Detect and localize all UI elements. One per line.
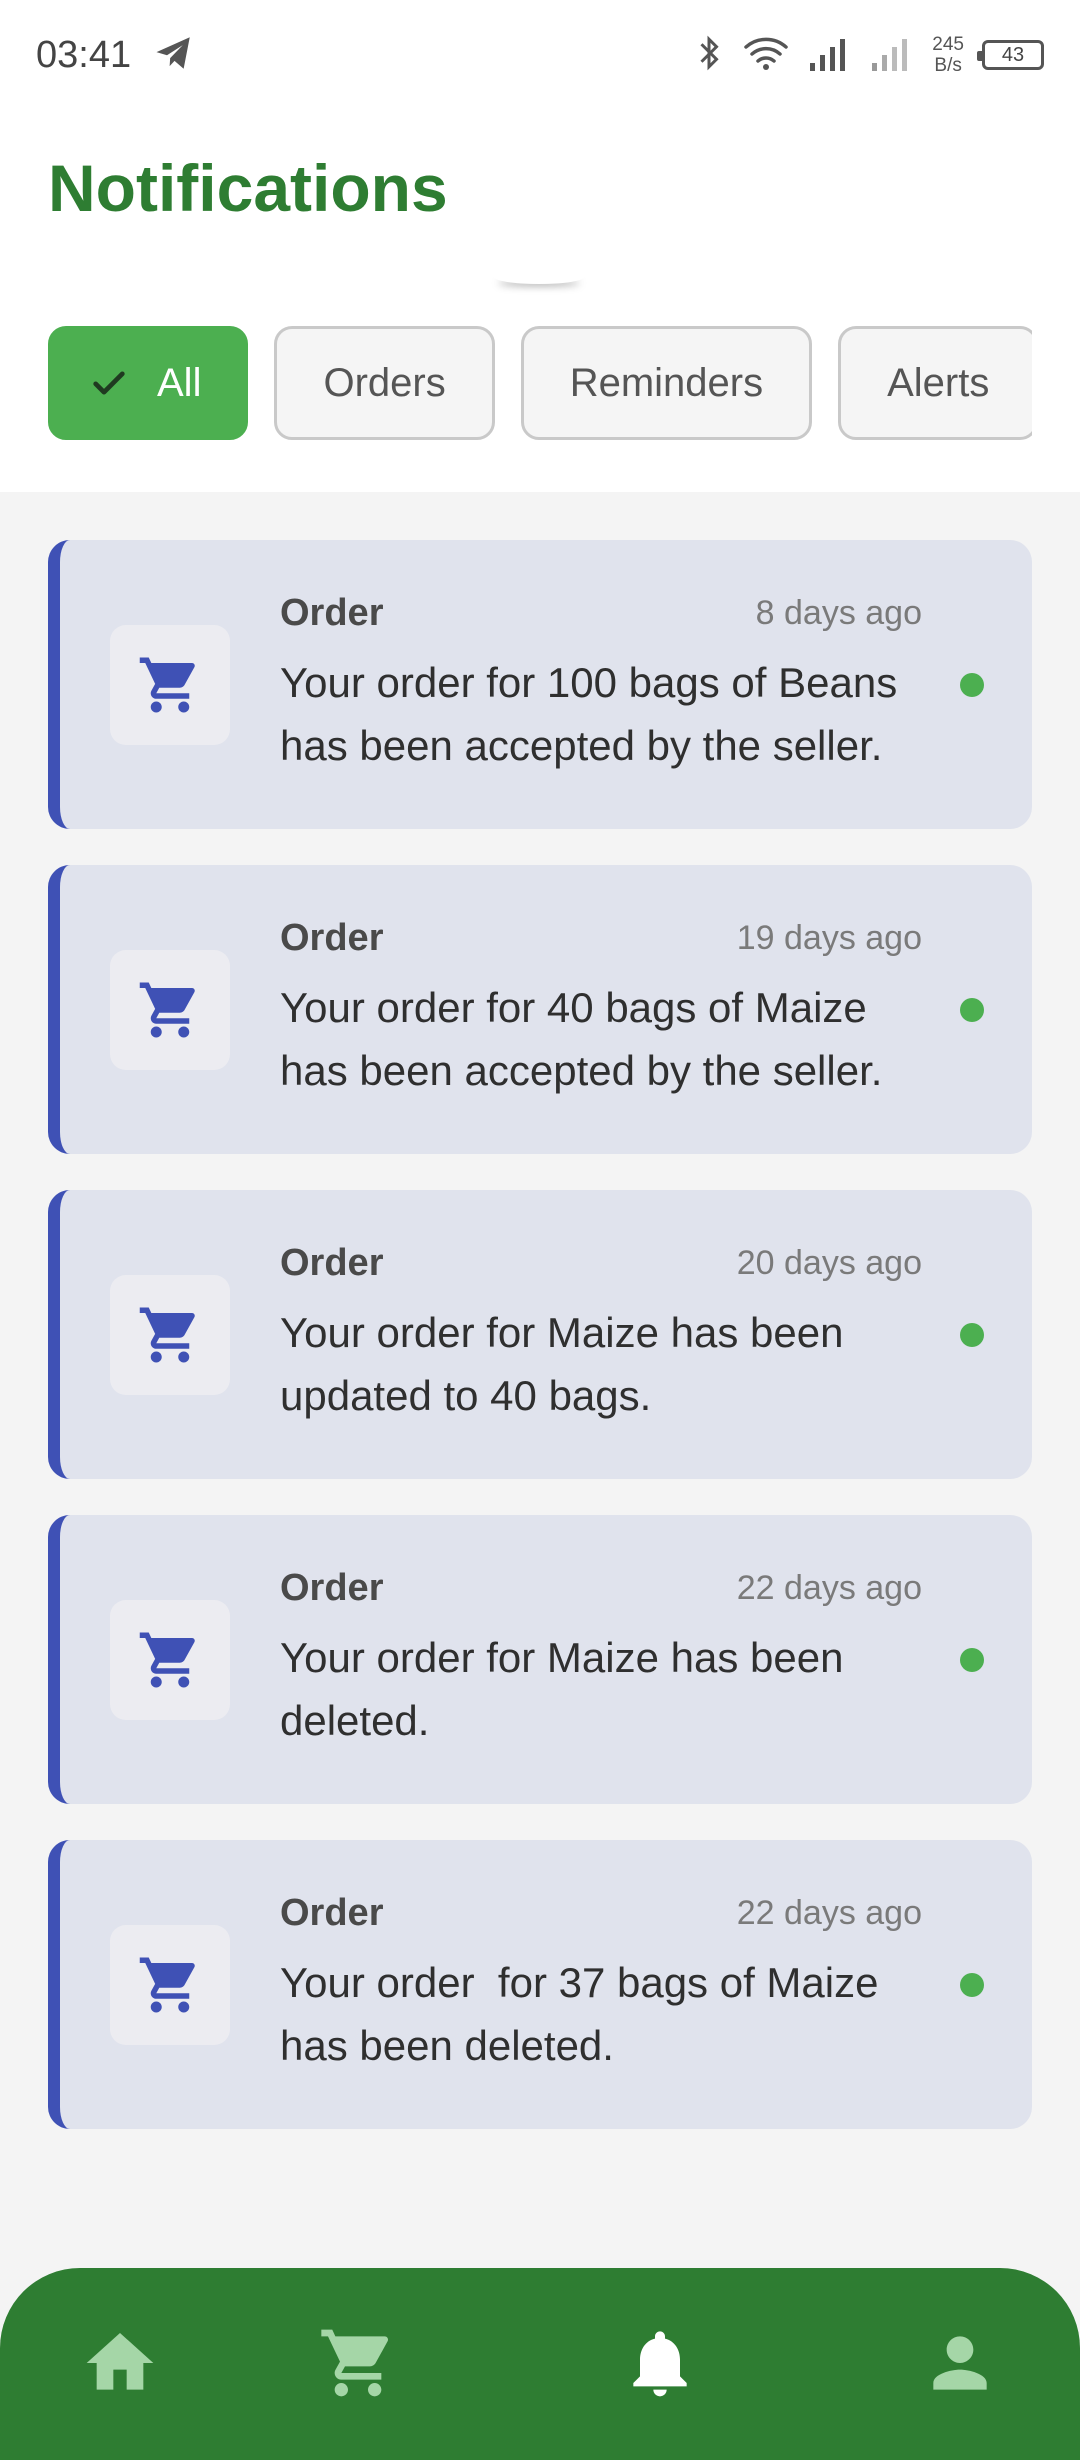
notification-body: Order 22 days ago Your order for Maize h… [280, 1567, 972, 1752]
notification-message: Your order for Maize has been updated to… [280, 1309, 856, 1419]
cart-icon [139, 1632, 195, 1687]
unread-dot [960, 1647, 984, 1672]
header: Notifications All Orders Reminders Alert… [0, 110, 1080, 492]
notification-head: Order 22 days ago [280, 1892, 972, 1935]
filter-chip-alerts[interactable]: Alerts [838, 326, 1032, 440]
status-left: 03:41 [36, 32, 195, 79]
page-title: Notifications [48, 151, 448, 225]
filter-chip-label: All [157, 360, 202, 405]
notification-icon-box [110, 1924, 230, 2045]
filter-chips: All Orders Reminders Alerts [48, 326, 1032, 446]
notification-type: Order [280, 1892, 384, 1934]
notification-head: Order 20 days ago [280, 1242, 972, 1285]
net-speed-unit: B/s [934, 55, 962, 76]
net-speed-value: 245 [932, 34, 964, 55]
filter-chip-label: Orders [323, 360, 446, 405]
telegram-icon [153, 32, 195, 79]
filter-chip-reminders[interactable]: Reminders [520, 326, 813, 440]
notification-card[interactable]: Order 20 days ago Your order for Maize h… [48, 1190, 1032, 1479]
cart-icon [139, 657, 195, 712]
notification-list: Order 8 days ago Your order for 100 bags… [48, 540, 1032, 2129]
refresh-indicator [494, 270, 584, 284]
check-icon [93, 371, 125, 395]
notification-icon-box [110, 1274, 230, 1395]
filter-chip-label: Reminders [569, 360, 764, 405]
home-icon [86, 2333, 154, 2390]
notification-message: Your order for 100 bags of Beans has bee… [280, 659, 909, 769]
notification-body: Order 8 days ago Your order for 100 bags… [280, 592, 972, 777]
notification-icon-box [110, 1599, 230, 1720]
cart-icon [321, 2329, 389, 2397]
battery-icon: 43 [977, 40, 1044, 70]
bell-icon [633, 2331, 687, 2397]
notification-icon-box [110, 624, 230, 745]
unread-dot [960, 672, 984, 697]
signal-2-icon [870, 35, 914, 76]
notification-time: 8 days ago [755, 594, 922, 632]
notification-card[interactable]: Order 22 days ago Your order for Maize h… [48, 1515, 1032, 1804]
cart-icon [139, 1307, 195, 1362]
notification-card[interactable]: Order 19 days ago Your order for 40 bags… [48, 865, 1032, 1154]
nav-profile-button[interactable] [920, 2323, 1000, 2403]
cart-icon [139, 982, 195, 1037]
notification-card[interactable]: Order 8 days ago Your order for 100 bags… [48, 540, 1032, 829]
unread-dot [960, 997, 984, 1022]
notification-message: Your order for 37 bags of Maize has been… [280, 1959, 891, 2069]
notification-type: Order [280, 592, 384, 634]
status-time: 03:41 [36, 33, 132, 76]
filter-chip-label: Alerts [887, 360, 990, 405]
notification-time: 22 days ago [736, 1569, 922, 1607]
wifi-icon [742, 33, 790, 78]
nav-cart-button[interactable] [318, 2323, 398, 2403]
notification-head: Order 8 days ago [280, 592, 972, 635]
filter-chip-orders[interactable]: Orders [274, 326, 495, 440]
unread-dot [960, 1322, 984, 1347]
net-speed: 245 B/s [932, 34, 964, 76]
notification-card[interactable]: Order 22 days ago Your order for 37 bags… [48, 1840, 1032, 2129]
signal-icon [808, 35, 852, 76]
notification-head: Order 19 days ago [280, 917, 972, 960]
notification-message: Your order for Maize has been deleted. [280, 1634, 856, 1744]
notification-body: Order 20 days ago Your order for Maize h… [280, 1242, 972, 1427]
unread-dot [960, 1972, 984, 1997]
nav-home-button[interactable] [80, 2323, 160, 2403]
notification-time: 20 days ago [736, 1244, 922, 1282]
person-icon [933, 2336, 987, 2390]
notification-type: Order [280, 1567, 384, 1609]
status-right: 245 B/s 43 [694, 33, 1044, 78]
notification-time: 22 days ago [736, 1894, 922, 1932]
notification-body: Order 19 days ago Your order for 40 bags… [280, 917, 972, 1102]
cart-icon [139, 1957, 195, 2012]
notification-type: Order [280, 917, 384, 959]
notification-head: Order 22 days ago [280, 1567, 972, 1610]
nav-notifications-button[interactable] [620, 2323, 700, 2403]
notification-icon-box [110, 949, 230, 1070]
filter-chip-all[interactable]: All [48, 326, 249, 440]
bluetooth-icon [694, 33, 724, 78]
notification-body: Order 22 days ago Your order for 37 bags… [280, 1892, 972, 2077]
battery-level: 43 [1001, 43, 1025, 66]
notification-type: Order [280, 1242, 384, 1284]
notification-message: Your order for 40 bags of Maize has been… [280, 984, 883, 1094]
bottom-nav [0, 2268, 1080, 2460]
status-bar: 03:41 245 B/s 43 [0, 0, 1080, 110]
notification-time: 19 days ago [736, 919, 922, 957]
